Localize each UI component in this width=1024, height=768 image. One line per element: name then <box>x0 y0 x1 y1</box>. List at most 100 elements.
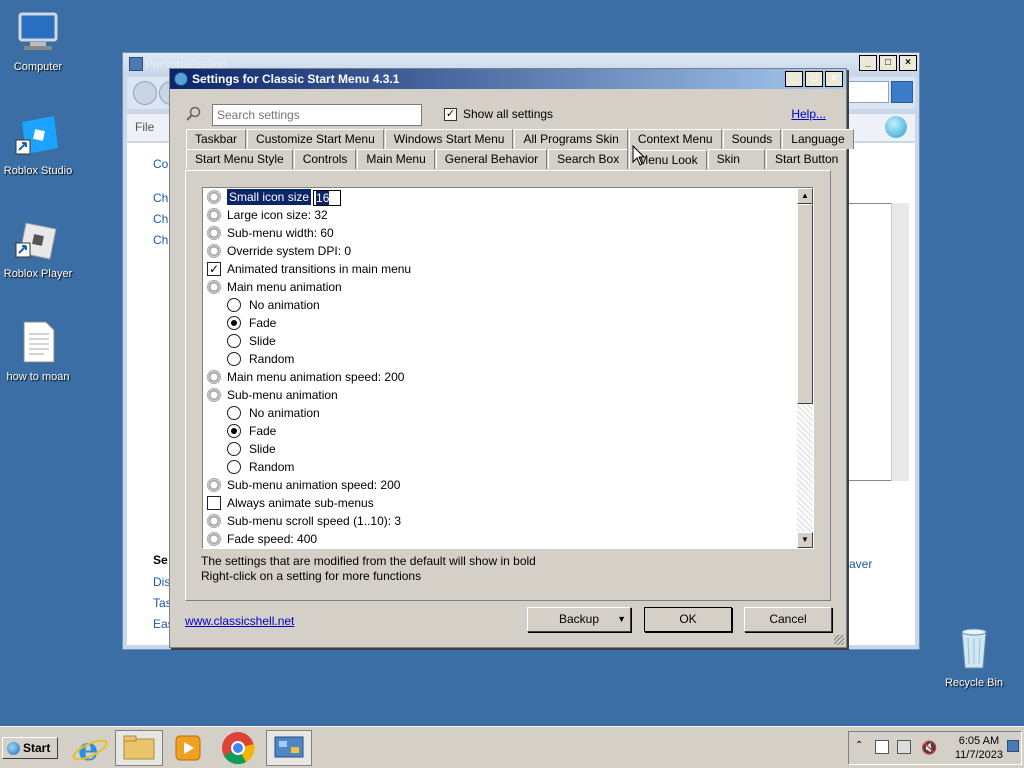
checkbox-icon[interactable]: ✓ <box>207 262 221 276</box>
search-settings-input[interactable] <box>212 104 422 126</box>
setting-item[interactable]: Fade speed: 400 <box>203 530 813 548</box>
backup-button[interactable]: Backup ▼ <box>527 607 631 632</box>
radio-button-icon[interactable] <box>227 406 241 420</box>
radio-button-icon[interactable] <box>227 424 241 438</box>
settings-list[interactable]: Small icon size 16 Large icon size: 32 Sub… <box>202 187 814 549</box>
setting-item[interactable]: Sub-menu animation speed: 200 <box>203 476 813 494</box>
tab-general-behavior[interactable]: General Behavior <box>435 149 548 169</box>
content-link[interactable]: Dis <box>153 575 170 589</box>
radio-option[interactable]: Fade <box>203 314 813 332</box>
search-button[interactable] <box>891 81 913 103</box>
classicshell-website-link[interactable]: www.classicshell.net <box>185 614 294 628</box>
tab-customize-start-menu[interactable]: Customize Start Menu <box>247 129 384 149</box>
resize-grip-icon[interactable] <box>834 635 844 645</box>
content-link[interactable]: Ch <box>153 233 168 247</box>
scroll-thumb[interactable] <box>797 204 813 404</box>
action-center-icon[interactable] <box>875 740 889 754</box>
setting-label: Override system DPI: 0 <box>227 244 352 258</box>
desktop-icon-computer[interactable]: Computer <box>0 8 76 74</box>
setting-label: Main menu animation <box>227 280 342 294</box>
taskbar-control-panel[interactable] <box>266 730 312 766</box>
media-player-icon <box>175 735 201 761</box>
checkbox-icon[interactable] <box>207 496 221 510</box>
show-all-settings-toggle[interactable]: ✓ Show all settings <box>444 107 553 121</box>
tab-main-menu[interactable]: Main Menu <box>357 149 435 169</box>
tab-controls[interactable]: Controls <box>293 149 357 169</box>
roblox-studio-icon <box>14 112 62 160</box>
scroll-up-button[interactable]: ▲ <box>797 188 813 204</box>
setting-item[interactable]: Override system DPI: 0 <box>203 242 813 260</box>
clock[interactable]: 6:05 AM 11/7/2023 <box>955 734 1003 762</box>
setting-item[interactable]: Main menu animation speed: 200 <box>203 368 813 386</box>
radio-option[interactable]: Slide <box>203 332 813 350</box>
help-link[interactable]: Help... <box>791 107 826 121</box>
maximize-button[interactable]: □ <box>805 71 823 87</box>
tab-sounds[interactable]: Sounds <box>722 129 782 149</box>
setting-item[interactable]: Sub-menu scroll speed (1..10): 3 <box>203 512 813 530</box>
minimize-button[interactable]: _ <box>785 71 803 87</box>
setting-item[interactable]: Sub-menu animation <box>203 386 813 404</box>
radio-button-icon[interactable] <box>227 352 241 366</box>
setting-item[interactable]: Sub-menu width: 60 <box>203 224 813 242</box>
show-all-checkbox[interactable]: ✓ <box>444 107 457 121</box>
text-file-icon <box>14 318 62 366</box>
minimize-button[interactable]: _ <box>859 55 877 71</box>
start-button[interactable]: Start <box>2 737 58 759</box>
desktop-icon-text-file[interactable]: how to moan <box>0 318 76 384</box>
radio-button-icon[interactable] <box>227 316 241 330</box>
cancel-button[interactable]: Cancel <box>744 607 832 632</box>
tab-start-menu-style[interactable]: Start Menu Style <box>186 149 293 169</box>
setting-label: No animation <box>249 406 320 420</box>
taskbar-media-player[interactable] <box>166 730 210 766</box>
tab-skin[interactable]: Skin <box>707 149 765 169</box>
settings-scrollbar[interactable]: ▲ ▼ <box>797 188 813 548</box>
radio-option[interactable]: No animation <box>203 404 813 422</box>
setting-item-selected[interactable]: Small icon size 16 <box>203 188 813 206</box>
radio-option[interactable]: Random <box>203 458 813 476</box>
tab-windows-start-menu[interactable]: Windows Start Menu <box>384 129 514 149</box>
themes-scrollbar[interactable] <box>891 203 909 481</box>
menu-file[interactable]: File <box>135 120 154 134</box>
content-link[interactable]: Ch <box>153 212 168 226</box>
setting-item[interactable]: Large icon size: 32 <box>203 206 813 224</box>
tab-all-programs-skin[interactable]: All Programs Skin <box>514 129 628 149</box>
tab-start-button[interactable]: Start Button <box>765 149 848 169</box>
desktop-icon-recycle-bin[interactable]: Recycle Bin <box>936 624 1012 690</box>
radio-button-icon[interactable] <box>227 334 241 348</box>
show-desktop-button[interactable] <box>1007 740 1019 752</box>
gear-icon <box>207 478 221 492</box>
checkbox-setting[interactable]: ✓ Animated transitions in main menu <box>203 260 813 278</box>
scroll-down-button[interactable]: ▼ <box>797 532 813 548</box>
desktop-icon-roblox-studio[interactable]: Roblox Studio <box>0 112 76 178</box>
radio-option[interactable]: Random <box>203 350 813 368</box>
maximize-button[interactable]: □ <box>879 55 897 71</box>
tab-language[interactable]: Language <box>782 129 854 149</box>
volume-muted-icon[interactable]: 🔇 <box>921 740 937 756</box>
radio-button-icon[interactable] <box>227 298 241 312</box>
close-button[interactable]: × <box>825 71 843 87</box>
setting-item[interactable]: Main menu animation <box>203 278 813 296</box>
back-button[interactable] <box>133 81 157 105</box>
ok-button[interactable]: OK <box>644 607 732 632</box>
taskbar-internet-explorer[interactable]: e <box>68 730 112 768</box>
radio-button-icon[interactable] <box>227 442 241 456</box>
content-link[interactable]: Ch <box>153 191 168 205</box>
network-icon[interactable] <box>897 740 911 754</box>
backup-label: Backup <box>558 612 600 626</box>
taskbar-file-explorer[interactable] <box>115 730 163 766</box>
screensaver-label[interactable]: aver <box>849 557 872 571</box>
radio-option[interactable]: Slide <box>203 440 813 458</box>
tab-search-box[interactable]: Search Box <box>548 149 629 169</box>
radio-option[interactable]: No animation <box>203 296 813 314</box>
checkbox-setting[interactable]: Always animate sub-menus <box>203 494 813 512</box>
close-button[interactable]: × <box>899 55 917 71</box>
show-hidden-icons-icon[interactable]: ⌃ <box>855 740 863 751</box>
desktop-icon-roblox-player[interactable]: Roblox Player <box>0 215 76 281</box>
tab-taskbar[interactable]: Taskbar <box>186 129 247 149</box>
taskbar: Start e ⌃ 🔇 6:05 AM 11/7/2023 <box>0 726 1024 768</box>
setting-value-input[interactable]: 16 <box>313 189 342 206</box>
radio-option[interactable]: Fade <box>203 422 813 440</box>
radio-button-icon[interactable] <box>227 460 241 474</box>
taskbar-chrome[interactable] <box>216 730 260 766</box>
help-globe-icon[interactable] <box>885 116 907 138</box>
